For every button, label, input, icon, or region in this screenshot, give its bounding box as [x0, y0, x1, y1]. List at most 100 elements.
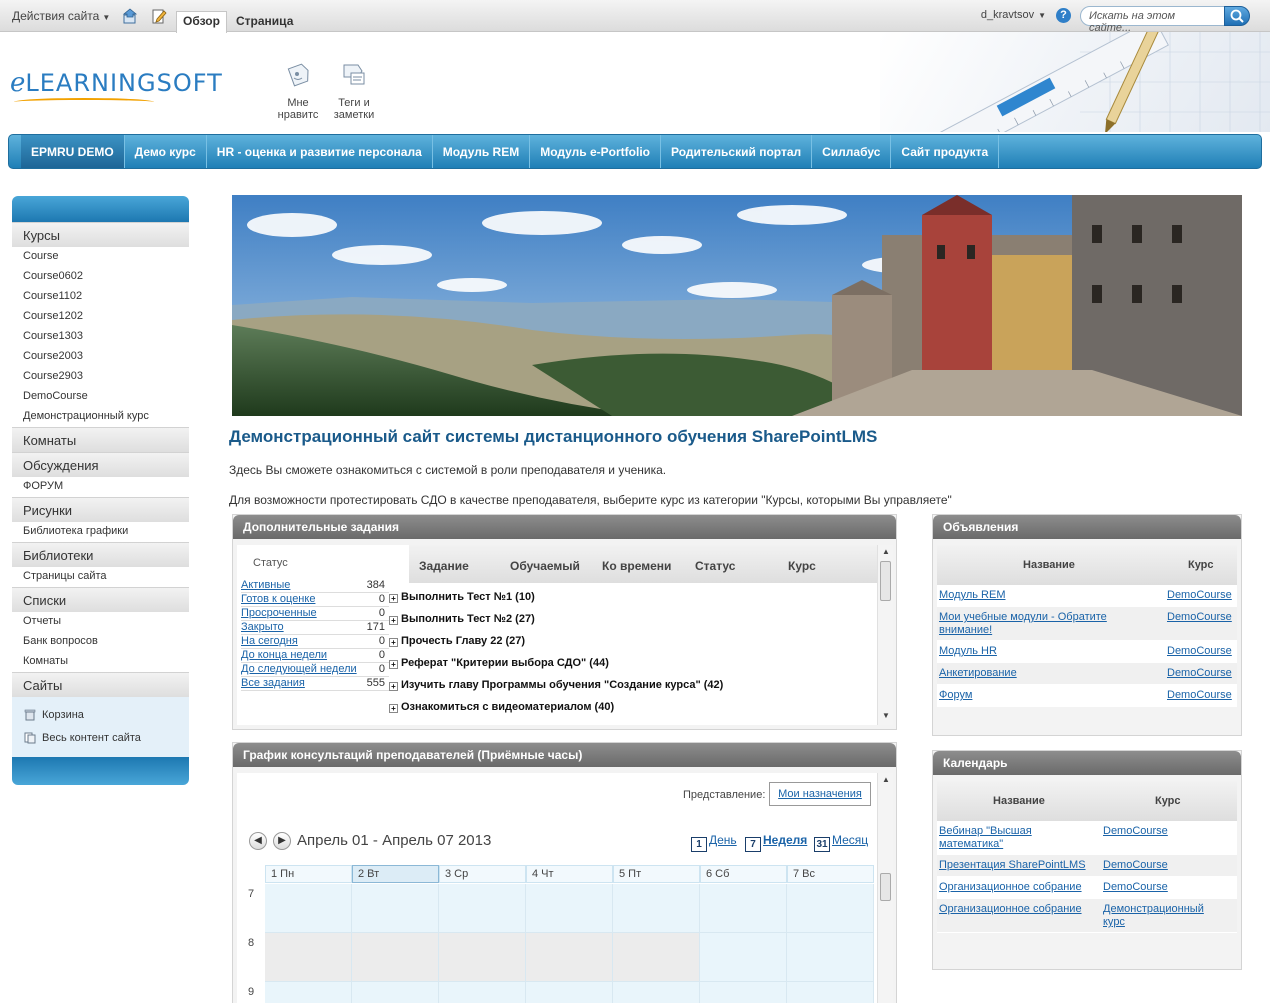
- previous-week-icon[interactable]: ◀: [249, 832, 267, 850]
- nav-item-forum[interactable]: ФОРУМ: [12, 477, 189, 497]
- time-slot[interactable]: [352, 884, 439, 933]
- like-button[interactable]: Мне нравитс: [270, 62, 326, 121]
- item-course-link[interactable]: Демонстрационный курс: [1103, 903, 1223, 929]
- nav-header-discussions[interactable]: Обсуждения: [12, 452, 189, 477]
- day-header[interactable]: 5 Пт: [613, 865, 700, 883]
- topnav-item-product-site[interactable]: Сайт продукта: [891, 135, 1000, 168]
- time-slot[interactable]: [526, 982, 613, 1003]
- status-name[interactable]: Активные: [241, 579, 290, 591]
- item-course-link[interactable]: DemoCourse: [1167, 667, 1232, 680]
- status-name[interactable]: До следующей недели: [241, 663, 357, 675]
- task-group-row[interactable]: + Ознакомиться с видеоматериалом (40): [389, 701, 869, 721]
- nav-header-lists[interactable]: Списки: [12, 587, 189, 612]
- nav-item-course[interactable]: Course1202: [12, 307, 189, 327]
- nav-item-course[interactable]: Демонстрационный курс: [12, 407, 189, 427]
- expand-icon[interactable]: +: [389, 682, 398, 691]
- column-header[interactable]: Задание: [419, 559, 469, 573]
- recycle-bin-link[interactable]: Корзина: [24, 703, 189, 726]
- item-title-link[interactable]: Вебинар "Высшая математика": [939, 825, 1089, 851]
- day-header[interactable]: 2 Вт: [352, 865, 439, 883]
- site-actions-menu[interactable]: Действия сайта ▼: [12, 9, 110, 23]
- tasks-scrollbar[interactable]: ▲ ▼: [877, 545, 893, 725]
- search-button[interactable]: [1224, 6, 1250, 26]
- nav-item-course[interactable]: Course2003: [12, 347, 189, 367]
- tags-notes-button[interactable]: Теги и заметки: [326, 62, 382, 121]
- task-group-row[interactable]: + Изучить главу Программы обучения "Созда…: [389, 679, 869, 699]
- item-course-link[interactable]: DemoCourse: [1103, 825, 1168, 838]
- nav-item-question-bank[interactable]: Банк вопросов: [12, 632, 189, 652]
- topnav-item-syllabus[interactable]: Силлабус: [812, 135, 892, 168]
- topnav-item-demo-course[interactable]: Демо курс: [125, 135, 207, 168]
- nav-header-libraries[interactable]: Библиотеки: [12, 542, 189, 567]
- next-week-icon[interactable]: ▶: [273, 832, 291, 850]
- time-slot[interactable]: [700, 933, 787, 982]
- status-filter-item[interactable]: До конца недели 0: [241, 649, 389, 663]
- column-header[interactable]: Курс: [1188, 559, 1214, 571]
- time-slot[interactable]: [787, 933, 874, 982]
- nav-item-reports[interactable]: Отчеты: [12, 612, 189, 632]
- day-header[interactable]: 4 Чт: [526, 865, 613, 883]
- item-course-link[interactable]: DemoCourse: [1167, 611, 1232, 624]
- time-slot[interactable]: [613, 933, 700, 982]
- item-course-link[interactable]: DemoCourse: [1167, 645, 1232, 658]
- status-name[interactable]: Все задания: [241, 677, 305, 689]
- nav-header-rooms[interactable]: Комнаты: [12, 427, 189, 452]
- time-slot[interactable]: [265, 933, 352, 982]
- status-filter-item[interactable]: Активные 384: [241, 579, 389, 593]
- item-title-link[interactable]: Организационное собрание: [939, 903, 1089, 916]
- item-title-link[interactable]: Анкетирование: [939, 667, 1149, 680]
- scroll-thumb[interactable]: [880, 873, 891, 901]
- item-title-link[interactable]: Модуль HR: [939, 645, 1149, 658]
- site-logo[interactable]: eLEARNINGSOFT: [10, 68, 223, 108]
- view-month-button[interactable]: 31 Месяц: [814, 833, 868, 852]
- time-slot[interactable]: [439, 933, 526, 982]
- expand-icon[interactable]: +: [389, 660, 398, 669]
- time-slot[interactable]: [787, 884, 874, 933]
- nav-item-course[interactable]: Course1102: [12, 287, 189, 307]
- tab-page[interactable]: Страница: [230, 12, 299, 32]
- time-slot[interactable]: [613, 982, 700, 1003]
- tab-browse[interactable]: Обзор: [176, 11, 227, 33]
- task-group-row[interactable]: + Выполнить Тест №1 (10): [389, 591, 869, 611]
- search-input[interactable]: Искать на этом сайте...: [1080, 6, 1227, 34]
- scroll-up-icon[interactable]: ▲: [881, 775, 891, 785]
- item-title-link[interactable]: Форум: [939, 689, 1149, 702]
- status-filter-item[interactable]: На сегодня 0: [241, 635, 389, 649]
- nav-item-course[interactable]: Course0602: [12, 267, 189, 287]
- item-title-link[interactable]: Мои учебные модули - Обратите внимание!: [939, 611, 1149, 637]
- nav-item-course[interactable]: DemoCourse: [12, 387, 189, 407]
- view-day-button[interactable]: 1 День: [691, 833, 737, 852]
- day-header[interactable]: 3 Ср: [439, 865, 526, 883]
- nav-item-rooms[interactable]: Комнаты: [12, 652, 189, 672]
- topnav-item-eportfolio[interactable]: Модуль e-Portfolio: [530, 135, 661, 168]
- nav-item-course[interactable]: Course: [12, 247, 189, 267]
- item-course-link[interactable]: DemoCourse: [1103, 859, 1168, 872]
- time-slot[interactable]: [787, 982, 874, 1003]
- column-header[interactable]: Статус: [695, 559, 735, 573]
- item-course-link[interactable]: DemoCourse: [1167, 589, 1232, 602]
- column-header[interactable]: Курс: [1155, 795, 1181, 807]
- time-slot[interactable]: [352, 933, 439, 982]
- topnav-item-parent-portal[interactable]: Родительский портал: [661, 135, 813, 168]
- time-slot[interactable]: [265, 982, 352, 1003]
- nav-item-image-library[interactable]: Библиотека графики: [12, 522, 189, 542]
- item-course-link[interactable]: DemoCourse: [1167, 689, 1232, 702]
- status-filter-item[interactable]: Готов к оценке 0: [241, 593, 389, 607]
- item-title-link[interactable]: Организационное собрание: [939, 881, 1089, 894]
- day-header[interactable]: 6 Сб: [700, 865, 787, 883]
- expand-icon[interactable]: +: [389, 594, 398, 603]
- day-header[interactable]: 1 Пн: [265, 865, 352, 883]
- status-filter-item[interactable]: Закрыто 171: [241, 621, 389, 635]
- item-title-link[interactable]: Презентация SharePointLMS: [939, 859, 1089, 872]
- schedule-scrollbar[interactable]: ▲: [877, 773, 893, 1003]
- time-slot[interactable]: [526, 884, 613, 933]
- nav-item-course[interactable]: Course1303: [12, 327, 189, 347]
- navigate-up-icon[interactable]: [122, 8, 138, 24]
- nav-header-pictures[interactable]: Рисунки: [12, 497, 189, 522]
- column-header[interactable]: Обучаемый: [510, 559, 580, 573]
- edit-page-icon[interactable]: [151, 8, 167, 24]
- status-name[interactable]: Готов к оценке: [241, 593, 315, 605]
- day-header[interactable]: 7 Вс: [787, 865, 874, 883]
- column-header[interactable]: Название: [1023, 559, 1075, 571]
- task-group-row[interactable]: + Выполнить Тест №2 (27): [389, 613, 869, 633]
